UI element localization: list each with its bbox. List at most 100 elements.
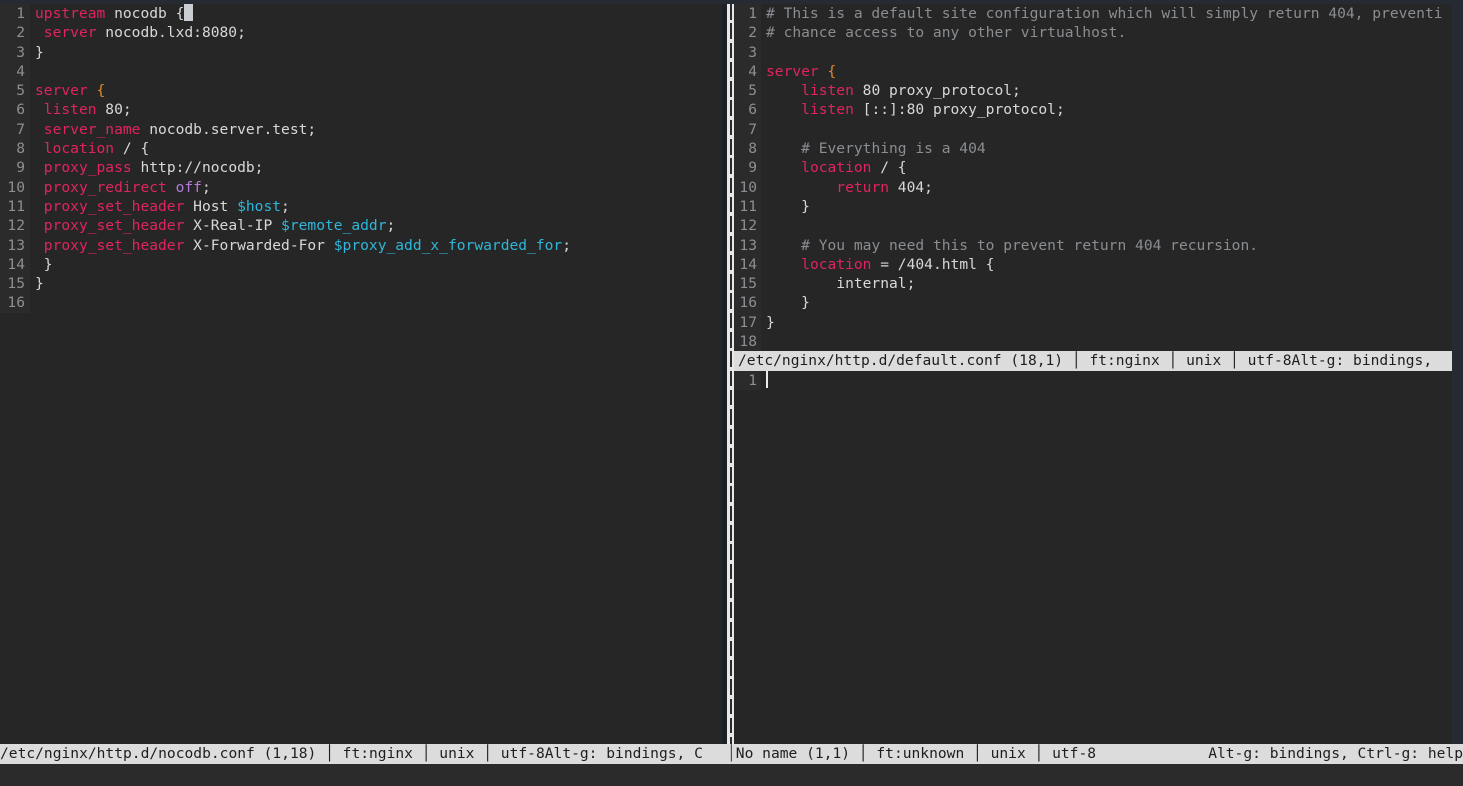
splitter-dash	[730, 4, 732, 20]
code-line[interactable]: 9 location / {	[734, 158, 1463, 177]
code-line-content[interactable]	[761, 371, 1463, 390]
code-line-content[interactable]: listen 80 proxy_protocol;	[761, 81, 1463, 100]
code-token: $remote_addr	[281, 217, 386, 234]
code-line[interactable]: 1upstream nocodb {	[0, 4, 722, 23]
code-line-content[interactable]: }	[761, 293, 1463, 312]
code-token: return	[836, 179, 889, 196]
code-line[interactable]: 4server {	[734, 62, 1463, 81]
splitter-dash	[730, 100, 732, 116]
code-line-content[interactable]: # chance access to any other virtualhost…	[761, 23, 1463, 42]
code-line[interactable]: 12	[734, 216, 1463, 235]
editor-pane-right[interactable]: 1 # This is a default site configuration …	[734, 4, 1463, 744]
code-line-content[interactable]: # Everything is a 404	[761, 139, 1463, 158]
code-line[interactable]: 7	[734, 120, 1463, 139]
code-line-content[interactable]: internal;	[761, 274, 1463, 293]
code-line-content[interactable]: proxy_set_header X-Forwarded-For $proxy_…	[30, 236, 722, 255]
code-line[interactable]: 4	[0, 62, 722, 81]
code-line[interactable]: 13 proxy_set_header X-Forwarded-For $pro…	[0, 236, 722, 255]
code-token	[766, 101, 801, 118]
code-line-content[interactable]: location / {	[761, 158, 1463, 177]
code-line-content[interactable]: listen [::]:80 proxy_protocol;	[761, 100, 1463, 119]
code-line[interactable]: 11 }	[734, 197, 1463, 216]
code-line[interactable]: 15}	[0, 274, 722, 293]
code-token: proxy_redirect	[44, 179, 167, 196]
code-line[interactable]: 14 }	[0, 255, 722, 274]
code-line-content[interactable]: # This is a default site configuration w…	[761, 4, 1463, 23]
code-line[interactable]: 6 listen [::]:80 proxy_protocol;	[734, 100, 1463, 119]
code-line[interactable]: 14 location = /404.html {	[734, 255, 1463, 274]
code-line-content[interactable]: }	[761, 313, 1463, 332]
code-line[interactable]: 12 proxy_set_header X-Real-IP $remote_ad…	[0, 216, 722, 235]
code-line-content[interactable]	[761, 120, 1463, 139]
code-token: = /404.html {	[871, 256, 994, 273]
code-line-content[interactable]	[761, 43, 1463, 62]
code-line-content[interactable]: proxy_pass http://nocodb;	[30, 158, 722, 177]
code-line[interactable]: 16 }	[734, 293, 1463, 312]
code-line-content[interactable]: location = /404.html {	[761, 255, 1463, 274]
code-line-content[interactable]: return 404;	[761, 178, 1463, 197]
splitter-dash	[730, 197, 732, 213]
splitter-dash	[730, 602, 732, 618]
code-line-content[interactable]: upstream nocodb {	[30, 4, 722, 23]
code-buffer-nocodb-conf[interactable]: 1upstream nocodb {2 server nocodb.lxd:80…	[0, 4, 722, 313]
code-line-content[interactable]: # You may need this to prevent return 40…	[761, 236, 1463, 255]
splitter-dash	[730, 351, 732, 367]
code-line[interactable]: 5 listen 80 proxy_protocol;	[734, 81, 1463, 100]
code-line-content[interactable]: proxy_redirect off;	[30, 178, 722, 197]
code-line-content[interactable]: proxy_set_header X-Real-IP $remote_addr;	[30, 216, 722, 235]
code-line-content[interactable]	[761, 332, 1463, 351]
code-line-content[interactable]: listen 80;	[30, 100, 722, 119]
code-line[interactable]: 5server {	[0, 81, 722, 100]
code-token: {	[97, 82, 106, 99]
scratch-buffer[interactable]: 1	[734, 371, 1463, 390]
vertical-split-separator[interactable]	[722, 4, 734, 744]
code-line[interactable]: 1# This is a default site configuration …	[734, 4, 1463, 23]
code-line-content[interactable]	[30, 62, 722, 81]
splitter-dash	[730, 255, 732, 271]
code-line[interactable]: 6 listen 80;	[0, 100, 722, 119]
code-line[interactable]: 17}	[734, 313, 1463, 332]
code-line[interactable]: 8 # Everything is a 404	[734, 139, 1463, 158]
code-line[interactable]: 7 server_name nocodb.server.test;	[0, 120, 722, 139]
code-line[interactable]: 10 return 404;	[734, 178, 1463, 197]
code-line[interactable]: 15 internal;	[734, 274, 1463, 293]
code-line[interactable]: 2# chance access to any other virtualhos…	[734, 23, 1463, 42]
code-line[interactable]: 2 server nocodb.lxd:8080;	[0, 23, 722, 42]
code-line-content[interactable]: }	[30, 274, 722, 293]
code-line-content[interactable]: server_name nocodb.server.test;	[30, 120, 722, 139]
status-right-hint: Alt-g: bindings, Ctrl-g: help	[1208, 744, 1463, 764]
line-number: 14	[0, 255, 30, 274]
code-line[interactable]: 11 proxy_set_header Host $host;	[0, 197, 722, 216]
splitter-dash	[730, 293, 732, 309]
code-line-content[interactable]: }	[30, 255, 722, 274]
code-line-content[interactable]: server {	[30, 81, 722, 100]
status-right-spacer	[1096, 744, 1208, 764]
code-line[interactable]: 10 proxy_redirect off;	[0, 178, 722, 197]
code-line-content[interactable]: }	[761, 197, 1463, 216]
code-token: Host	[184, 198, 237, 215]
code-line[interactable]: 18	[734, 332, 1463, 351]
code-line-content[interactable]: server {	[761, 62, 1463, 81]
code-token: proxy_set_header	[44, 198, 185, 215]
code-token: listen	[801, 101, 854, 118]
code-line[interactable]: 9 proxy_pass http://nocodb;	[0, 158, 722, 177]
code-line-content[interactable]: location / {	[30, 139, 722, 158]
line-number: 18	[734, 332, 761, 351]
bottom-status-bar: /etc/nginx/http.d/nocodb.conf (1,18) │ f…	[0, 744, 1463, 764]
code-line-content[interactable]: proxy_set_header Host $host;	[30, 197, 722, 216]
code-line-content[interactable]	[761, 216, 1463, 235]
code-line[interactable]: 3	[734, 43, 1463, 62]
code-line[interactable]: 16	[0, 293, 722, 312]
line-number: 16	[734, 293, 761, 312]
code-line[interactable]: 8 location / {	[0, 139, 722, 158]
splitter-dash	[730, 274, 732, 290]
line-number: 11	[0, 197, 30, 216]
code-line-content[interactable]: }	[30, 43, 722, 62]
code-line[interactable]: 1	[734, 371, 1463, 390]
editor-pane-left[interactable]: 1upstream nocodb {2 server nocodb.lxd:80…	[0, 4, 722, 744]
code-line[interactable]: 13 # You may need this to prevent return…	[734, 236, 1463, 255]
code-line[interactable]: 3}	[0, 43, 722, 62]
code-line-content[interactable]: server nocodb.lxd:8080;	[30, 23, 722, 42]
code-buffer-default-conf[interactable]: 1# This is a default site configuration …	[734, 4, 1463, 351]
code-line-content[interactable]	[30, 293, 722, 312]
